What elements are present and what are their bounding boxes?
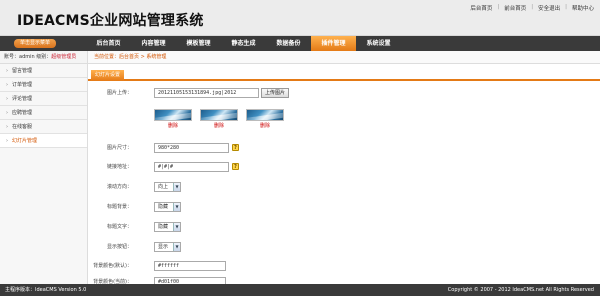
link-site-home[interactable]: 前台首页 — [504, 4, 526, 12]
menu-item-content[interactable]: 内容管理 — [131, 36, 176, 51]
direction-label: 滚动方向： — [106, 184, 132, 190]
buttons-select[interactable]: 显示 ▼ — [154, 242, 181, 252]
slide-thumbnail: 删除 — [200, 109, 238, 129]
help-icon[interactable]: ? — [232, 163, 239, 170]
bg-default-label: 背景颜色(默认)： — [93, 263, 132, 269]
sidebar-item-support[interactable]: › 在线客服 — [0, 120, 87, 134]
sidebar-item-label: 评论管理 — [12, 96, 33, 102]
buttons-label: 显示按钮： — [106, 244, 132, 250]
title-text-row: 标题文字： 隐藏 ▼ — [88, 220, 600, 234]
menu-item-templates[interactable]: 模板管理 — [176, 36, 221, 51]
title-text-value: 隐藏 — [158, 224, 169, 230]
link-url-input[interactable]: #|#|# — [154, 162, 229, 172]
sidebar-item-messages[interactable]: › 留言管理 — [0, 64, 87, 78]
user-role: 超级管理员 — [51, 54, 77, 60]
buttons-value: 显示 — [158, 244, 169, 250]
menu-item-backup[interactable]: 数据备份 — [266, 36, 311, 51]
sidebar: › 留言管理 › 订单管理 › 评论管理 › 应聘管理 › 在线客服 › 幻灯片管理 — [0, 64, 88, 284]
title-bg-select[interactable]: 隐藏 ▼ — [154, 202, 181, 212]
tab-slideshow-settings[interactable]: 幻灯片设置 — [91, 70, 125, 81]
version-text: 主程序版本：IdeaCMS Version 5.0 — [5, 287, 87, 293]
user-info: 账号：admin 级别：超级管理员 — [0, 51, 88, 64]
bg-default-row: 背景颜色(默认)： #ffffff — [88, 259, 600, 273]
footer: 主程序版本：IdeaCMS Version 5.0 Copyright © 20… — [0, 284, 600, 296]
tab-bar: 幻灯片设置 — [88, 70, 600, 81]
upload-image-button[interactable]: 上传图片 — [261, 88, 290, 98]
title-bg-label: 标题背景： — [106, 204, 132, 210]
menu-item-settings[interactable]: 系统设置 — [356, 36, 401, 51]
site-logo: IDEACMS企业网站管理系统 — [17, 13, 204, 29]
sidebar-item-label: 应聘管理 — [12, 110, 33, 116]
sidebar-item-orders[interactable]: › 订单管理 — [0, 78, 87, 92]
breadcrumb: 当前位置：后台首页 > 系统管理 — [88, 51, 600, 64]
slide-image — [246, 109, 284, 121]
toggle-menu-button[interactable]: 单击显示菜单 — [14, 39, 57, 48]
menu-item-admin-home[interactable]: 后台首页 — [86, 36, 131, 51]
sidebar-item-applications[interactable]: › 应聘管理 — [0, 106, 87, 120]
direction-select[interactable]: 向上 ▼ — [154, 182, 181, 192]
size-label: 图片尺寸： — [106, 145, 132, 151]
sidebar-item-slideshow[interactable]: › 幻灯片管理 — [0, 134, 87, 148]
slide-image — [200, 109, 238, 121]
slide-thumbnails: 删除 删除 删除 — [154, 109, 284, 129]
image-size-input[interactable]: 980*280 — [154, 143, 229, 153]
delete-link[interactable]: 删除 — [200, 122, 238, 129]
buttons-row: 显示按钮： 显示 ▼ — [88, 240, 600, 254]
chevron-down-icon: ▼ — [173, 243, 180, 251]
link-logout[interactable]: 安全退出 — [538, 4, 560, 12]
main-content: 幻灯片设置 图片上传： 20121105153131894.jpg|2012 上… — [88, 64, 600, 287]
top-menu: 后台首页 内容管理 模板管理 静态生成 数据备份 插件管理 系统设置 — [86, 36, 401, 51]
link-help[interactable]: 帮助中心 — [572, 4, 594, 12]
direction-row: 滚动方向： 向上 ▼ — [88, 180, 600, 194]
bg-default-input[interactable]: #ffffff — [154, 261, 226, 271]
slide-thumbnail: 删除 — [154, 109, 192, 129]
title-bg-row: 标题背景： 隐藏 ▼ — [88, 200, 600, 214]
link-admin-home[interactable]: 后台首页 — [470, 4, 492, 12]
menu-item-plugins[interactable]: 插件管理 — [311, 36, 356, 51]
help-icon[interactable]: ? — [232, 144, 239, 151]
separator: | — [531, 4, 534, 10]
slide-thumbnail: 删除 — [246, 109, 284, 129]
delete-link[interactable]: 删除 — [246, 122, 284, 129]
sidebar-item-label: 在线客服 — [12, 124, 33, 130]
delete-link[interactable]: 删除 — [154, 122, 192, 129]
title-text-label: 标题文字： — [106, 224, 132, 230]
size-row: 图片尺寸： 980*280 ? — [88, 141, 600, 155]
title-text-select[interactable]: 隐藏 ▼ — [154, 222, 181, 232]
link-label: 链接地址： — [106, 164, 132, 170]
user-role-prefix: 级别： — [36, 54, 52, 60]
direction-value: 向上 — [158, 184, 169, 190]
upload-label: 图片上传： — [106, 90, 132, 96]
top-header: IDEACMS企业网站管理系统 后台首页 | 前台首页 | 安全退出 | 帮助中… — [0, 0, 600, 36]
chevron-down-icon: ▼ — [173, 203, 180, 211]
main-nav: 单击显示菜单 后台首页 内容管理 模板管理 静态生成 数据备份 插件管理 系统设… — [0, 36, 600, 51]
copyright-text: Copyright © 2007 - 2012 IdeaCMS.net All … — [447, 287, 594, 293]
chevron-down-icon: ▼ — [173, 183, 180, 191]
link-row: 链接地址： #|#|# ? — [88, 160, 600, 174]
upload-row: 图片上传： 20121105153131894.jpg|2012 上传图片 — [88, 86, 600, 100]
top-links: 后台首页 | 前台首页 | 安全退出 | 帮助中心 — [470, 4, 594, 12]
title-bg-value: 隐藏 — [158, 204, 169, 210]
separator: | — [565, 4, 567, 10]
user-account: 账号：admin — [4, 54, 35, 60]
sidebar-item-label: 订单管理 — [12, 82, 33, 88]
sidebar-item-comments[interactable]: › 评论管理 — [0, 92, 87, 106]
sidebar-item-label: 幻灯片管理 — [12, 138, 38, 144]
sidebar-item-label: 留言管理 — [12, 68, 33, 74]
upload-path-input[interactable]: 20121105153131894.jpg|2012 — [154, 88, 259, 98]
menu-item-static[interactable]: 静态生成 — [221, 36, 266, 51]
slide-image — [154, 109, 192, 121]
chevron-down-icon: ▼ — [173, 223, 180, 231]
separator: | — [497, 4, 500, 10]
